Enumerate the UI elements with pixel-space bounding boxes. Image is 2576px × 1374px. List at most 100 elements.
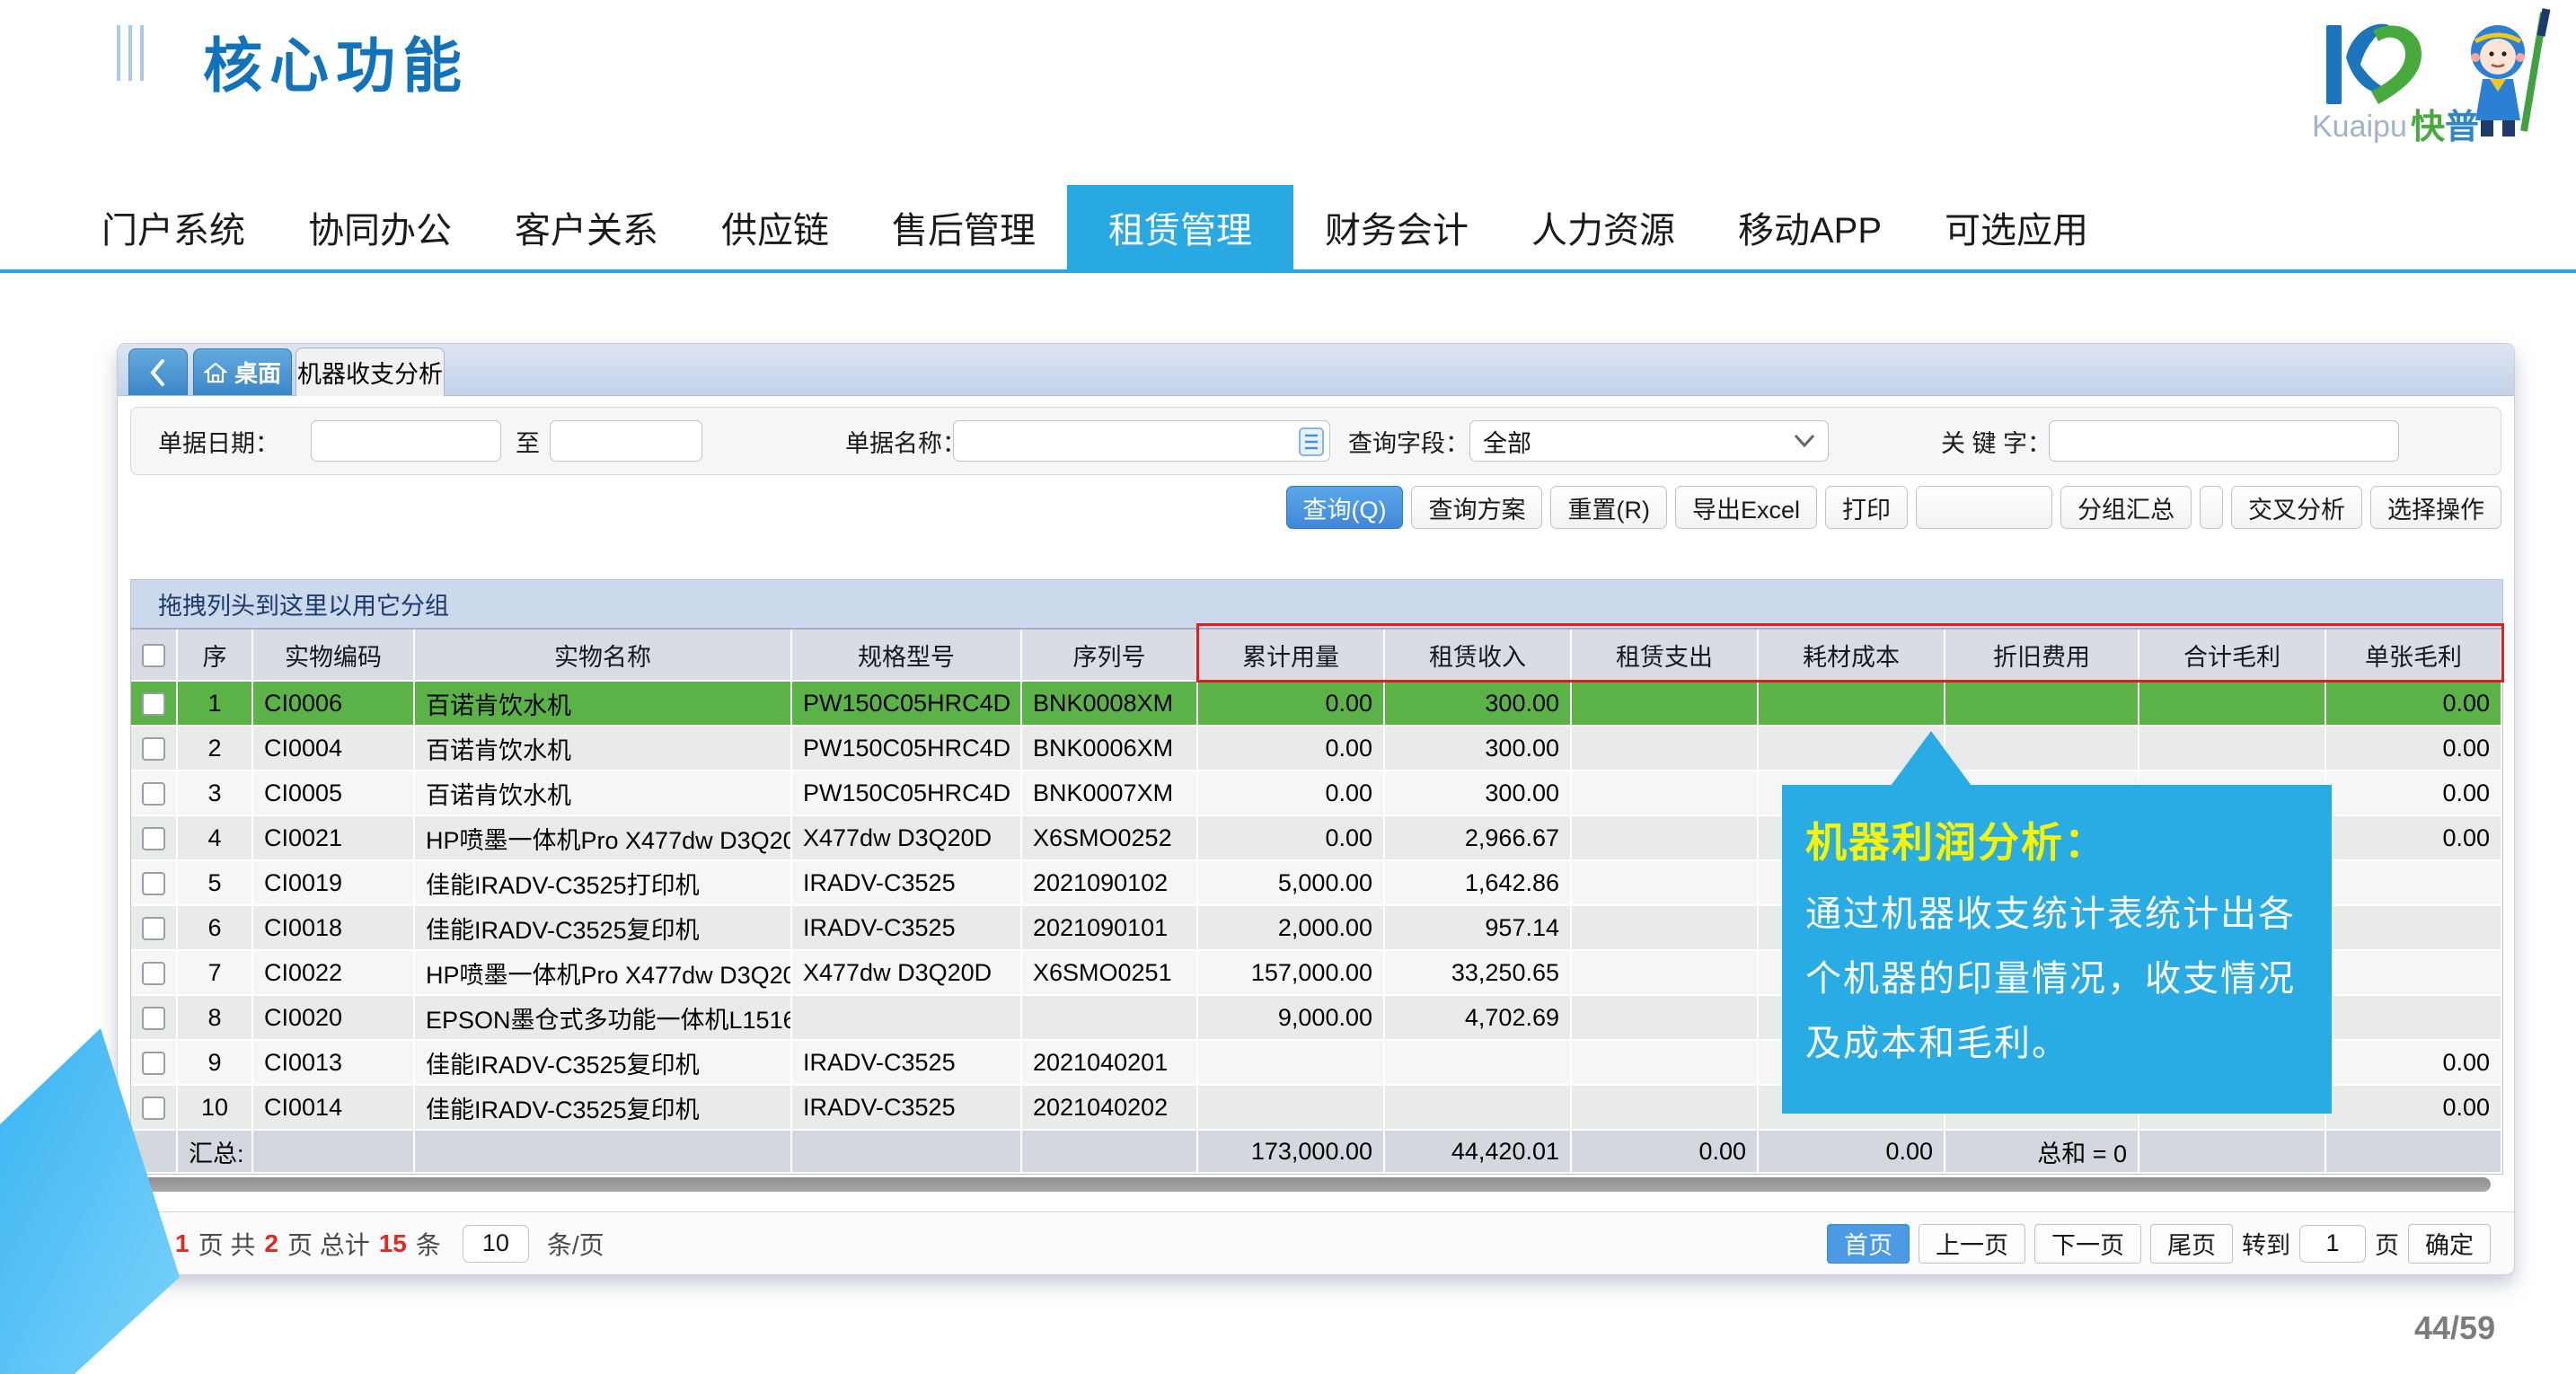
keyword-input[interactable]	[2049, 420, 2399, 462]
query-field-select[interactable]: 全部	[1469, 420, 1829, 462]
window-tabstrip: 桌面 机器收支分析	[118, 344, 2514, 396]
row-checkbox[interactable]	[142, 962, 165, 985]
nav-item-after-sales[interactable]: 售后管理	[860, 185, 1067, 269]
date-to-input[interactable]	[550, 420, 702, 462]
logo-k-bar	[2326, 25, 2342, 104]
title-decoration-lines	[117, 25, 144, 81]
svg-text:普: 普	[2445, 109, 2479, 146]
tab-machine-analysis[interactable]: 机器收支分析	[296, 348, 445, 396]
pagination-bar: 第 1 页 共 2 页 总计 15 条 10 条/页 首页 上一页 下一页 尾页…	[118, 1211, 2514, 1274]
toolbar: 查询(Q) 查询方案 重置(R) 导出Excel 打印 分组汇总 交叉分析 选择…	[1286, 486, 2502, 529]
per-page-label: 条/页	[547, 1226, 604, 1262]
doc-name-label: 单据名称：	[845, 408, 966, 474]
summary-row: 汇总: 173,000.00 44,420.01 0.00 0.00 总和 = …	[131, 1131, 2502, 1174]
nav-item-optional-apps[interactable]: 可选应用	[1913, 185, 2120, 269]
query-plan-button[interactable]: 查询方案	[1411, 486, 1542, 529]
date-from-input[interactable]	[311, 420, 501, 462]
next-page-button[interactable]: 下一页	[2034, 1224, 2141, 1264]
list-picker-icon[interactable]	[1299, 427, 1324, 461]
col-code[interactable]: 实物编码	[253, 630, 415, 682]
select-all-checkbox[interactable]	[142, 644, 165, 667]
prev-page-button[interactable]: 上一页	[1919, 1224, 2025, 1264]
mascot-illustration	[2471, 9, 2546, 137]
page-info-mid1: 页 共	[198, 1226, 256, 1262]
page-number: 44/59	[2414, 1309, 2495, 1347]
nav-item-hr[interactable]: 人力资源	[1500, 185, 1707, 269]
goto-page-input[interactable]: 1	[2299, 1225, 2366, 1263]
horizontal-scrollbar[interactable]	[130, 1177, 2491, 1192]
table-row[interactable]: 2 CI0004 百诺肯饮水机 PW150C05HRC4D BNK0006XM …	[131, 727, 2502, 771]
query-button[interactable]: 查询(Q)	[1286, 486, 1404, 529]
chevron-left-icon	[149, 358, 167, 387]
tab-desktop-label: 桌面	[234, 356, 281, 389]
print-button[interactable]: 打印	[1825, 486, 1908, 529]
filter-panel: 单据日期： 至 单据名称： 查询字段： 全部 关 键 字：	[130, 407, 2501, 475]
tab-desktop[interactable]: 桌面	[193, 348, 292, 395]
table-header-row: 序 实物编码 实物名称 规格型号 序列号 累计用量 租赁收入 租赁支出 耗材成本…	[131, 630, 2502, 682]
date-label: 单据日期：	[158, 408, 279, 474]
keyword-label: 关 键 字：	[1941, 408, 2051, 474]
col-usage[interactable]: 累计用量	[1198, 630, 1385, 682]
col-income[interactable]: 租赁收入	[1385, 630, 1572, 682]
kuaipu-logo: Kuaipu 快 普 ®	[2289, 5, 2558, 149]
row-checkbox[interactable]	[142, 782, 165, 806]
row-checkbox[interactable]	[142, 1007, 165, 1030]
query-field-label: 查询字段：	[1348, 408, 1469, 474]
nav-item-supply-chain[interactable]: 供应链	[690, 185, 860, 269]
group-by-bar[interactable]: 拖拽列头到这里以用它分组	[130, 579, 2503, 630]
nav-item-finance[interactable]: 财务会计	[1293, 185, 1500, 269]
col-seq[interactable]: 序	[178, 630, 253, 682]
svg-text:Kuaipu: Kuaipu	[2312, 110, 2407, 144]
col-material-cost[interactable]: 耗材成本	[1759, 630, 1945, 682]
doc-name-input[interactable]	[953, 420, 1330, 462]
chevron-down-icon	[1794, 434, 1815, 448]
query-field-value: 全部	[1483, 424, 1531, 459]
total-pages-number: 2	[264, 1229, 278, 1258]
svg-text:快: 快	[2411, 109, 2446, 146]
first-page-button[interactable]: 首页	[1827, 1224, 1910, 1264]
col-expense[interactable]: 租赁支出	[1572, 630, 1759, 682]
col-depreciation[interactable]: 折旧费用	[1945, 630, 2139, 682]
last-page-button[interactable]: 尾页	[2150, 1224, 2233, 1264]
select-all-checkbox-cell	[131, 630, 178, 682]
callout-bubble: 机器利润分析： 通过机器收支统计表统计出各个机器的印量情况，收支情况及成本和毛利…	[1782, 785, 2332, 1114]
callout-body: 通过机器收支统计表统计出各个机器的印量情况，收支情况及成本和毛利。	[1805, 882, 2308, 1076]
date-to-label: 至	[516, 408, 540, 474]
page-size-input[interactable]: 10	[463, 1225, 529, 1263]
nav-item-collaboration[interactable]: 协同办公	[277, 185, 483, 269]
select-operation-button[interactable]: 选择操作	[2370, 486, 2501, 529]
row-checkbox[interactable]	[142, 827, 165, 850]
blank-button[interactable]	[1916, 486, 2052, 529]
col-model[interactable]: 规格型号	[792, 630, 1022, 682]
top-navigation: 门户系统 协同办公 客户关系 供应链 售后管理 租赁管理 财务会计 人力资源 移…	[0, 185, 2576, 273]
page-unit-label: 页	[2375, 1226, 2399, 1261]
corner-decoration	[0, 1028, 189, 1374]
col-serial[interactable]: 序列号	[1022, 630, 1198, 682]
group-summary-button[interactable]: 分组汇总	[2060, 486, 2192, 529]
total-items-number: 15	[379, 1229, 407, 1258]
cross-analysis-button[interactable]: 交叉分析	[2231, 486, 2362, 529]
nav-item-portal[interactable]: 门户系统	[70, 185, 277, 269]
blank-narrow-button[interactable]	[2200, 486, 2223, 529]
row-checkbox[interactable]	[142, 872, 165, 895]
nav-item-mobile-app[interactable]: 移动APP	[1707, 185, 1913, 269]
goto-label: 转到	[2242, 1226, 2290, 1261]
page-title: 核心功能	[203, 18, 469, 104]
reset-button[interactable]: 重置(R)	[1550, 486, 1666, 529]
back-button[interactable]	[128, 348, 188, 395]
nav-item-crm[interactable]: 客户关系	[483, 185, 690, 269]
nav-item-rental-management[interactable]: 租赁管理	[1067, 185, 1293, 269]
col-total-profit[interactable]: 合计毛利	[2139, 630, 2326, 682]
page-info-mid2: 页 总计	[287, 1226, 370, 1262]
page-info-suffix: 条	[416, 1226, 441, 1262]
row-checkbox[interactable]	[142, 692, 165, 716]
col-unit-profit[interactable]: 单张毛利	[2326, 630, 2502, 682]
confirm-button[interactable]: 确定	[2408, 1224, 2491, 1264]
export-excel-button[interactable]: 导出Excel	[1675, 486, 1817, 529]
home-icon	[204, 361, 227, 384]
row-checkbox[interactable]	[142, 737, 165, 761]
row-checkbox[interactable]	[142, 917, 165, 940]
callout-title: 机器利润分析：	[1805, 810, 2308, 869]
table-row[interactable]: 1 CI0006 百诺肯饮水机 PW150C05HRC4D BNK0008XM …	[131, 682, 2502, 727]
col-name[interactable]: 实物名称	[415, 630, 792, 682]
